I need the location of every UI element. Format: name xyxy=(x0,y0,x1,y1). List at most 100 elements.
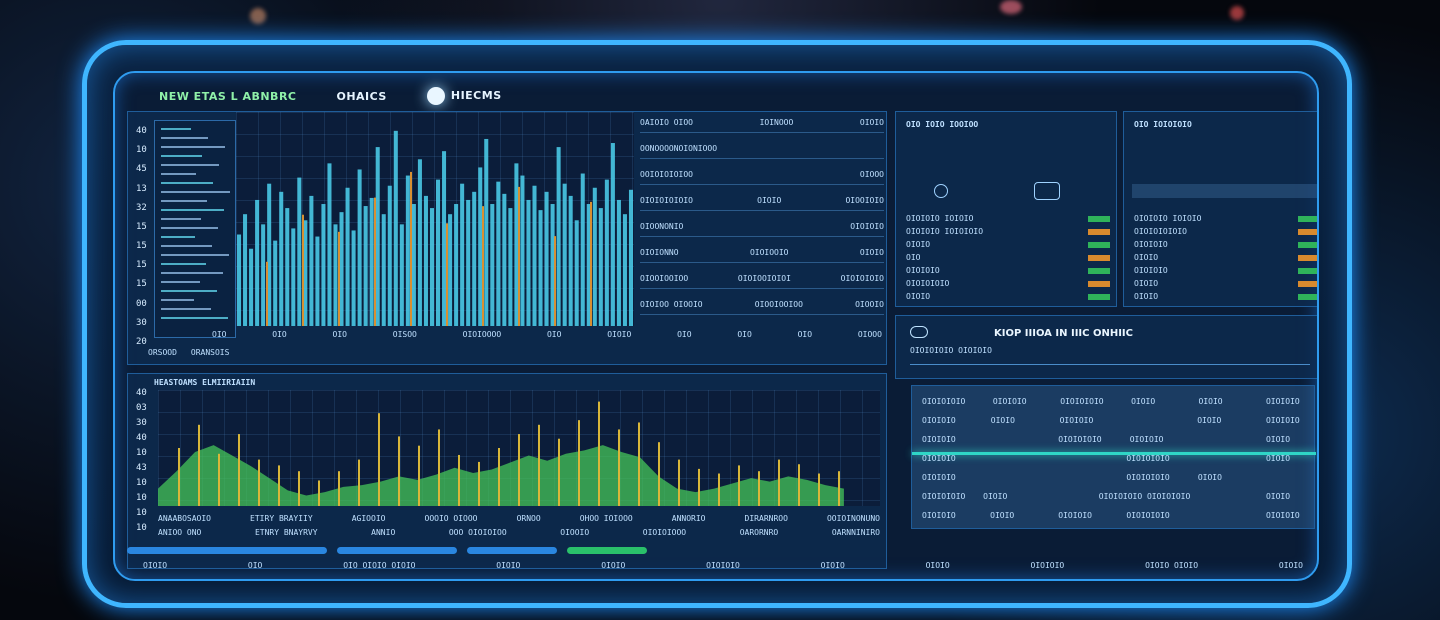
chart-spike xyxy=(718,473,720,506)
list-item[interactable]: OIOIO xyxy=(1134,290,1317,303)
row-divider xyxy=(640,288,884,289)
x-tick-label: OIOIOOOO xyxy=(462,330,502,339)
table-cell: OIOIOIO xyxy=(1265,416,1300,425)
table-row[interactable]: OIOOIOOIOO OIOIOOIOIOI OIOIOIOIO xyxy=(640,274,884,283)
table-row[interactable]: OONOOOONOIONIOOO xyxy=(640,144,884,153)
table-row[interactable]: OIOONONIO OIOIOIO xyxy=(640,222,884,231)
status-item: OIOIO xyxy=(496,561,521,570)
footer-label: ORSOOD xyxy=(148,348,177,357)
chart-spike xyxy=(178,448,180,506)
list-item[interactable]: OIOIOIO xyxy=(1134,238,1317,251)
progress-segment[interactable] xyxy=(127,547,327,554)
list-item[interactable]: OIOIOIO IOIOIO xyxy=(1134,212,1317,225)
chart-bar xyxy=(526,199,531,326)
table-cell: OAIOIO OIOO xyxy=(640,118,693,127)
chart-bar xyxy=(273,240,278,326)
list-item[interactable]: OIOIO xyxy=(906,238,1110,251)
chart-spike xyxy=(318,480,320,506)
table-cell: OIOIOIO xyxy=(922,511,956,520)
list-item[interactable]: OIOIOIO xyxy=(906,264,1110,277)
list-item[interactable]: OIOIO xyxy=(1134,277,1317,290)
x-tick-label: ANIOO ONO xyxy=(158,528,202,537)
chart-spike xyxy=(578,420,580,506)
table-row[interactable]: OOIOIOIOIOO OIOOO xyxy=(640,170,884,179)
table-cell: OIOIOIO xyxy=(1129,435,1164,444)
table-row[interactable]: OAIOIO OIOO IOINOOO OIOIO xyxy=(640,118,884,127)
progress-segment[interactable] xyxy=(467,547,557,554)
list-item[interactable]: OIOIO xyxy=(1134,251,1317,264)
data-table: OAIOIO OIOO IOINOOO OIOIO OONOOOONOIONIOOO O… xyxy=(640,118,884,328)
status-chip xyxy=(1298,228,1317,235)
chart-spike xyxy=(198,424,200,506)
chart-bar xyxy=(393,130,398,326)
list-item[interactable]: OIOIOIO xyxy=(1134,264,1317,277)
chart-bar xyxy=(490,204,495,326)
table-cell: OIOIO xyxy=(1265,435,1291,444)
table-cell: OIOIOIOIO xyxy=(1126,454,1170,463)
list-item-label: OIO xyxy=(906,253,921,262)
table-row[interactable]: OIOIOIO OIOIO OIOIOIO OIOIOIOIO OIOIOIO xyxy=(922,506,1306,525)
legend-line xyxy=(161,317,228,319)
chart-bar xyxy=(484,138,489,326)
table-cell: OIOIOIO xyxy=(1265,511,1300,520)
device-icon[interactable] xyxy=(1034,182,1060,200)
chart-spike xyxy=(218,453,220,506)
progress-strip xyxy=(127,547,1309,555)
tab-overview[interactable]: NEW ETAS L ABNBRC xyxy=(159,90,296,103)
clock-icon[interactable] xyxy=(934,184,948,198)
chart-bar xyxy=(243,214,248,326)
table-row[interactable]: OIOIOIO OIOIOIOIO OIOIO xyxy=(922,468,1306,487)
chart-bar xyxy=(598,208,603,326)
status-chip xyxy=(1298,254,1317,261)
chart-spike xyxy=(358,459,360,506)
progress-segment[interactable] xyxy=(567,547,647,554)
progress-segment[interactable] xyxy=(337,547,457,554)
chart-bar xyxy=(351,230,356,326)
table-row[interactable]: OIOIOIO OIOIOIOIO OIOIO xyxy=(922,449,1306,468)
chart-bar xyxy=(387,185,392,326)
x-tick-label: OARNNINIRO xyxy=(831,528,880,537)
status-chip xyxy=(1088,267,1110,274)
x-tick-label: OOO OIOIOIOO xyxy=(448,528,507,537)
list-item[interactable]: OIOIO xyxy=(906,290,1110,303)
chart-bar xyxy=(327,163,332,326)
row-divider xyxy=(640,262,884,263)
footer-label: ORANSOIS xyxy=(190,348,230,357)
banner-panel: KIOP IIIOA IN IIIC ONHIIC OIOIOIOIO OIOI… xyxy=(895,315,1317,379)
tab-bar: NEW ETAS L ABNBRC OHAICS HIECMS xyxy=(159,87,502,105)
bottom-chart-y-axis: 40 03 30 40 10 43 10 10 10 10 xyxy=(136,388,154,538)
x-tick-label: ETNRY BNAYRVY xyxy=(254,528,318,537)
table-cell: OIOIOIO xyxy=(1058,511,1092,520)
chart-bar xyxy=(357,169,362,326)
y-tick-label: 10 xyxy=(136,493,147,503)
list-item[interactable]: OIOIOIOIO xyxy=(906,277,1110,290)
chart-bar xyxy=(405,175,410,326)
list-item[interactable]: OIOIOIO IOIOIO xyxy=(906,212,1110,225)
list-item[interactable]: OIO xyxy=(906,251,1110,264)
y-tick-label: 10 xyxy=(136,145,147,156)
top-chart-plot xyxy=(236,112,634,326)
chart-spike xyxy=(278,465,280,506)
list-item-label: OIOIOIO xyxy=(1134,240,1168,249)
tab-hiecms[interactable]: HIECMS xyxy=(426,87,502,105)
chart-spike xyxy=(438,429,440,506)
tab-ohaics[interactable]: OHAICS xyxy=(336,90,386,103)
table-row[interactable]: OIOIOIOIOIO OIOIO OIOOIOIO xyxy=(640,196,884,205)
legend-line xyxy=(161,299,194,301)
table-row[interactable]: OIOIOIO OIOIOIOIO OIOIOIO OIOIO xyxy=(922,430,1306,449)
table-cell: OIOIOIO xyxy=(992,397,1027,406)
table-row[interactable]: OIOIOIOIO OIOIOIO OIOIOIOIO OIOIO OIOIO OIOIO… xyxy=(922,392,1306,411)
table-cell: OIOIO xyxy=(859,248,884,257)
table-row[interactable]: OIOIONNO OIOIOOIO OIOIO xyxy=(640,248,884,257)
x-tick-label: OIO xyxy=(677,330,692,339)
chart-accent-bar xyxy=(338,231,340,326)
status-chip xyxy=(1298,293,1317,300)
list-item[interactable]: OIOIOIO IOIOIOIO xyxy=(906,225,1110,238)
table-row[interactable]: OIOIOIO OIOIO OIOIOIO OIOIO OIOIOIO xyxy=(922,411,1306,430)
chart-bar xyxy=(616,199,621,326)
top-chart-y-axis: 40 10 45 13 32 15 15 15 15 00 30 20 xyxy=(136,126,154,356)
eye-icon[interactable] xyxy=(910,326,928,338)
list-item[interactable]: OIOIOIOIOIO xyxy=(1134,225,1317,238)
table-row[interactable]: OIOIOO OIOOIO OIOOIOOIOO OIOOIO xyxy=(640,300,884,309)
table-row[interactable]: OIOIOIOIO OIOIO OIOIOIOIO OIOIOIOIO OIOIO xyxy=(922,487,1306,506)
